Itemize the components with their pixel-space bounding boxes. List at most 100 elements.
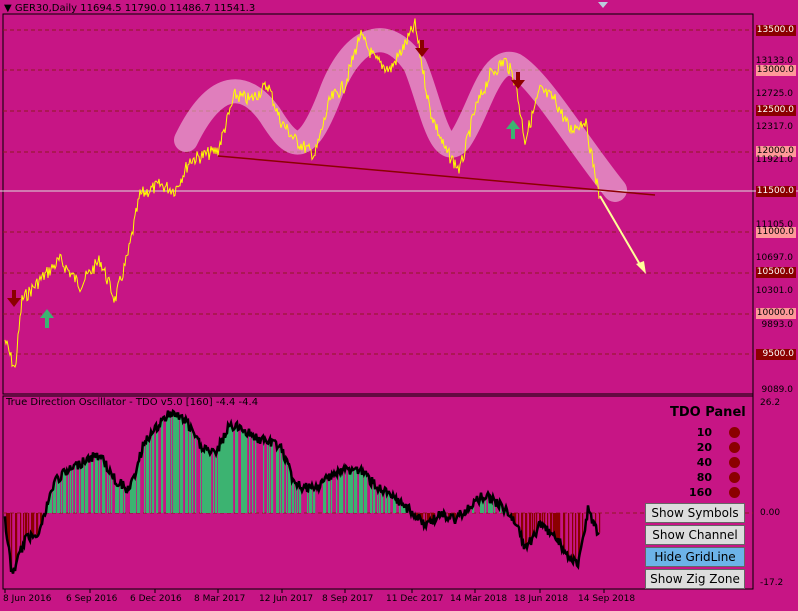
oscillator-bar (195, 436, 197, 513)
osc-axis-max: 26.2 (760, 398, 781, 408)
date-label: 14 Mar 2018 (450, 594, 508, 604)
oscillator-bar (20, 513, 22, 552)
tdo-row-160: 160 (680, 486, 740, 500)
price-box-11500: 11500.0 (756, 186, 796, 197)
oscillator-bar (28, 513, 30, 535)
oscillator-bar (150, 437, 152, 513)
price-label-10697: 10697.0 (755, 253, 793, 263)
oscillator-bar (51, 491, 53, 513)
price-pane-border (2, 13, 754, 395)
date-label: 11 Dec 2017 (386, 594, 444, 604)
buy-arrow-icon (506, 120, 520, 139)
date-label: 8 Sep 2017 (322, 594, 374, 604)
oscillator-bar (534, 513, 536, 533)
caret-down-icon[interactable]: ▼ (4, 3, 15, 14)
price-box-12500: 12500.0 (756, 105, 796, 116)
oscillator-bar (255, 439, 257, 513)
oscillator-bar (99, 456, 101, 513)
show-zig-zone-button[interactable]: Show Zig Zone (645, 569, 745, 589)
tdo-row-10: 10 (680, 426, 740, 440)
oscillator-bar (65, 471, 67, 513)
oscillator-bar (352, 468, 354, 513)
price-box-13500: 13500.0 (756, 25, 796, 36)
oscillator-bar (70, 465, 72, 513)
oscillator-bar (342, 472, 344, 513)
oscillator-bar (109, 472, 111, 513)
date-label: 6 Sep 2016 (66, 594, 118, 604)
oscillator-bar (311, 487, 313, 513)
oscillator-bar (345, 470, 347, 513)
oscillator-bar (9, 513, 11, 548)
oscillator-bar (564, 513, 566, 553)
oscillator-bar (542, 513, 544, 522)
oscillator-bar (237, 422, 239, 513)
oscillator-bar (530, 513, 532, 538)
oscillator-bar (87, 457, 89, 513)
oscillator-bar (139, 460, 141, 513)
oscillator-bar (526, 513, 528, 545)
price-box-10000: 10000.0 (756, 308, 796, 319)
oscillator-bar (148, 439, 150, 513)
oscillator-bar (366, 471, 368, 513)
oscillator-bar (68, 472, 70, 513)
date-label: 18 Jun 2018 (514, 594, 569, 604)
osc-axis-min: -17.2 (760, 578, 784, 588)
tdo-row-40: 40 (680, 456, 740, 470)
price-box-9500: 9500.0 (756, 349, 796, 360)
oscillator-bar (399, 505, 401, 513)
oscillator-bar (307, 490, 309, 513)
oscillator-bar (157, 431, 159, 513)
oscillator-bar (325, 477, 327, 513)
oscillator-bar (216, 454, 218, 513)
price-label-9089: 9089.0 (761, 385, 794, 395)
oscillator-bar (293, 479, 295, 513)
show-symbols-button[interactable]: Show Symbols (645, 503, 745, 523)
oscillator-bar (518, 513, 520, 526)
oscillator-bar (572, 513, 574, 562)
oscillator-bar (280, 444, 282, 513)
osc-axis-zero: 0.00 (760, 508, 781, 518)
date-label: 6 Dec 2016 (130, 594, 182, 604)
oscillator-bar (272, 439, 274, 513)
oscillator-bar (122, 488, 124, 513)
show-channel-button[interactable]: Show Channel (645, 525, 745, 545)
oscillator-bar (182, 415, 184, 513)
grid-lines (3, 29, 753, 514)
date-label: 8 Jun 2016 (3, 594, 52, 604)
price-label-9893: 9893.0 (761, 320, 794, 330)
date-label: 12 Jun 2017 (259, 594, 314, 604)
oscillator-bar (55, 479, 57, 513)
oscillator-bar (26, 513, 28, 536)
sell-arrow-icon (7, 290, 21, 307)
buy-arrow-icon (40, 309, 54, 328)
chart-window[interactable]: ▼ GER30,Daily 11694.5 11790.0 11486.7 11… (0, 0, 798, 611)
oscillator-bar (434, 513, 436, 515)
oscillator-bar (269, 440, 271, 513)
status-dot-icon (729, 487, 740, 498)
oscillator-bar (575, 513, 577, 560)
oscillator-bar (162, 419, 164, 513)
oscillator-bar (33, 513, 35, 538)
price-box-11000: 11000.0 (756, 227, 796, 238)
oscillator-bar (187, 420, 189, 513)
oscillator-title: True Direction Oscillator - TDO v5.0 [16… (6, 397, 259, 408)
tdo-panel-title: TDO Panel (670, 405, 746, 420)
oscillator-bar (371, 485, 373, 513)
oscillator-bar (252, 435, 254, 513)
oscillator-bar (263, 436, 265, 513)
status-dot-icon (729, 457, 740, 468)
oscillator-bar (314, 489, 316, 513)
zig-zone-band (174, 28, 627, 202)
oscillator-bar (213, 449, 215, 513)
hide-gridline-button[interactable]: Hide GridLine (645, 547, 745, 567)
oscillator-bar (547, 513, 549, 526)
projection-arrow-head (636, 261, 646, 274)
oscillator-bar (72, 469, 74, 513)
oscillator-bar (232, 427, 234, 513)
oscillator-bar (118, 485, 120, 513)
oscillator-bar (329, 480, 331, 513)
oscillator-bar (336, 473, 338, 513)
oscillator-bar (75, 464, 77, 513)
oscillator-bar (249, 428, 251, 513)
status-dot-icon (729, 442, 740, 453)
